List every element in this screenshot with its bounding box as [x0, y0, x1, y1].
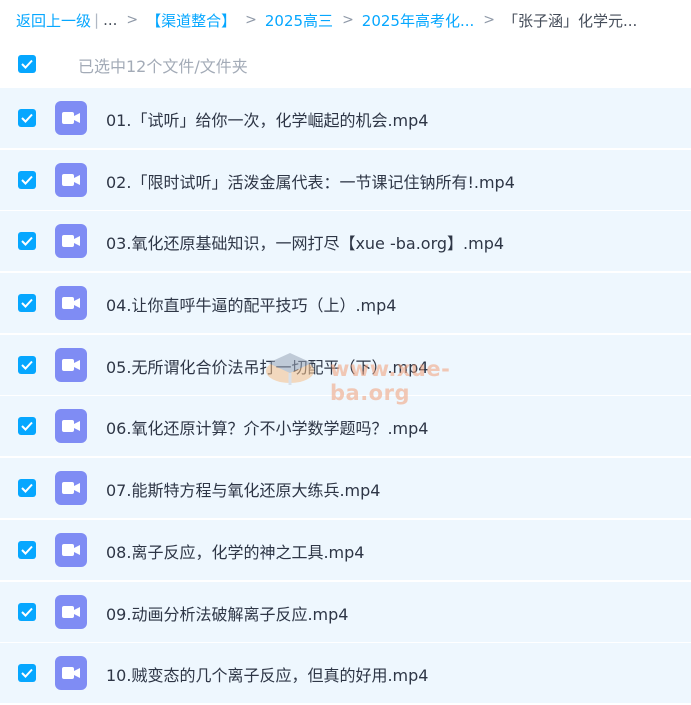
chevron-right-icon: > — [126, 12, 139, 28]
chevron-right-icon: > — [245, 12, 257, 28]
file-name: 08.离子反应，化学的神之工具.mp4 — [106, 542, 365, 562]
breadcrumb-item-2025-exam-chem[interactable]: 2025年高考化... — [362, 10, 474, 31]
checkmark-icon — [21, 669, 33, 679]
checkmark-icon — [21, 607, 33, 617]
video-icon — [55, 347, 87, 382]
file-name: 01.「试听」给你一次，化学崛起的机会.mp4 — [106, 111, 429, 130]
file-list: 01.「试听」给你一次，化学崛起的机会.mp4 02.「限时试听」活泼金属代表：一… — [0, 88, 691, 705]
video-camera-icon — [62, 543, 80, 556]
video-camera-icon — [62, 667, 80, 680]
video-icon — [55, 594, 87, 629]
file-checkbox[interactable] — [18, 417, 36, 436]
file-name: 05.无所谓化合价法吊打一切配平（下）.mp4 — [106, 357, 429, 377]
checkmark-icon — [21, 422, 33, 432]
file-row[interactable]: 10.贼变态的几个离子反应，但真的好用.mp4 — [0, 643, 691, 704]
video-camera-icon — [62, 235, 80, 248]
file-checkbox[interactable] — [18, 170, 36, 189]
file-row[interactable]: 06.氧化还原计算？介不小学数学题吗？.mp4 — [0, 396, 691, 457]
file-row[interactable]: 03.氧化还原基础知识，一网打尽【xue -ba.org】.mp4 — [0, 211, 691, 272]
file-row[interactable]: 08.离子反应，化学的神之工具.mp4 — [0, 519, 691, 580]
file-name: 02.「限时试听」活泼金属代表：一节课记住钠所有!.mp4 — [106, 172, 515, 192]
breadcrumb-item-channel[interactable]: 【渠道整合】 — [146, 10, 236, 31]
video-icon — [55, 162, 87, 197]
video-camera-icon — [62, 297, 80, 310]
video-camera-icon — [62, 482, 80, 495]
file-row[interactable]: 09.动画分析法破解离子反应.mp4 — [0, 581, 691, 642]
file-checkbox[interactable] — [18, 664, 36, 683]
file-checkbox[interactable] — [18, 479, 36, 498]
checkmark-icon — [21, 237, 33, 247]
chevron-right-icon: > — [342, 12, 354, 28]
breadcrumb: 返回上一级 | ... > 【渠道整合】 > 2025高三 > 2025年高考化… — [0, 0, 691, 40]
checkmark-icon — [21, 545, 33, 555]
select-all-checkbox[interactable] — [18, 55, 36, 73]
video-camera-icon — [62, 420, 80, 433]
video-icon — [55, 286, 87, 321]
checkmark-icon — [21, 113, 33, 123]
checkmark-icon — [21, 175, 33, 185]
file-row[interactable]: 07.能斯特方程与氧化还原大练兵.mp4 — [0, 458, 691, 519]
selection-status: 已选中12个文件/文件夹 — [78, 57, 248, 76]
video-icon — [55, 532, 87, 567]
video-icon — [55, 224, 87, 259]
video-icon — [55, 656, 87, 691]
file-name: 06.氧化还原计算？介不小学数学题吗？.mp4 — [106, 419, 429, 439]
video-camera-icon — [62, 358, 80, 371]
checkmark-icon — [21, 59, 33, 69]
file-name: 10.贼变态的几个离子反应，但真的好用.mp4 — [106, 666, 429, 686]
file-checkbox[interactable] — [18, 232, 36, 251]
chevron-right-icon: > — [483, 12, 496, 28]
file-row[interactable]: 02.「限时试听」活泼金属代表：一节课记住钠所有!.mp4 — [0, 149, 691, 210]
checkmark-icon — [21, 298, 33, 309]
file-row[interactable]: 01.「试听」给你一次，化学崛起的机会.mp4 — [0, 88, 691, 148]
video-icon — [55, 101, 87, 135]
file-checkbox[interactable] — [18, 294, 36, 313]
breadcrumb-item-2025-grade3[interactable]: 2025高三 — [265, 10, 333, 31]
file-checkbox[interactable] — [18, 602, 36, 621]
file-name: 03.氧化还原基础知识，一网打尽【xue -ba.org】.mp4 — [106, 234, 505, 254]
file-name: 07.能斯特方程与氧化还原大练兵.mp4 — [106, 481, 381, 501]
video-camera-icon — [62, 605, 80, 618]
file-row[interactable]: 05.无所谓化合价法吊打一切配平（下）.mp4 — [0, 334, 691, 395]
video-camera-icon — [62, 112, 80, 124]
checkmark-icon — [21, 483, 33, 494]
checkmark-icon — [21, 360, 33, 370]
breadcrumb-ellipsis[interactable]: ... — [103, 11, 117, 29]
back-link[interactable]: 返回上一级 — [16, 10, 91, 31]
video-camera-icon — [62, 173, 80, 186]
breadcrumb-current: 「张子涵」化学元... — [503, 11, 638, 30]
video-icon — [55, 409, 87, 444]
breadcrumb-divider: | — [94, 11, 100, 29]
file-checkbox[interactable] — [18, 355, 36, 374]
file-name: 04.让你直呼牛逼的配平技巧（上）.mp4 — [106, 296, 397, 316]
file-name: 09.动画分析法破解离子反应.mp4 — [106, 604, 349, 624]
file-row[interactable]: 04.让你直呼牛逼的配平技巧（上）.mp4 — [0, 273, 691, 334]
file-checkbox[interactable] — [18, 109, 36, 127]
select-all-bar: 已选中12个文件/文件夹 — [0, 40, 691, 88]
file-checkbox[interactable] — [18, 540, 36, 559]
video-icon — [55, 471, 87, 506]
